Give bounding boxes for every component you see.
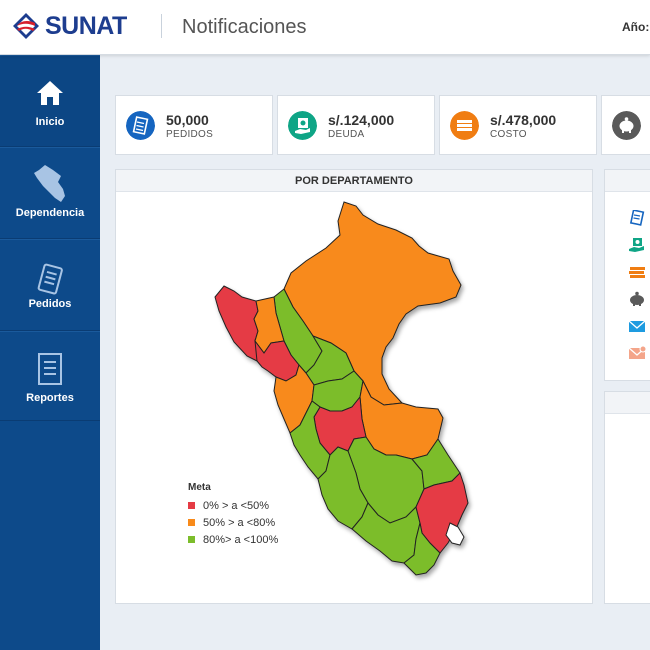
- piggy-bank-icon: [612, 111, 641, 140]
- legend-swatch: [188, 502, 195, 509]
- money-stack-icon: [450, 111, 479, 140]
- sidebar: Inicio Dependencia Pedidos Reportes: [0, 55, 100, 650]
- legend-label: 80%> a <100%: [203, 533, 279, 546]
- legend-label: 50% > a <80%: [203, 516, 276, 529]
- panel-header: [605, 392, 650, 414]
- stat-value: s/.124,000: [328, 112, 395, 128]
- document-list-icon: [126, 111, 155, 140]
- legend-title: Meta: [188, 482, 211, 493]
- secondary-panel: [604, 391, 650, 604]
- home-icon: [37, 81, 63, 105]
- sidebar-item-label: Dependencia: [15, 207, 85, 219]
- stat-label: PEDIDOS: [166, 129, 214, 140]
- legend-item: 80%> a <100%: [188, 531, 278, 548]
- map-panel: POR DEPARTAMENTO Meta 0% > a <50% 50% > …: [115, 169, 593, 604]
- sunat-logo-icon: [13, 13, 39, 39]
- stat-label: DEUDA: [328, 129, 365, 140]
- stat-card-costo[interactable]: s/.478,000 COSTO: [439, 95, 597, 155]
- document-list-icon: [629, 210, 645, 226]
- legend-label: 0% > a <50%: [203, 499, 270, 512]
- year-label: Año:: [622, 20, 650, 34]
- panel-header: [605, 170, 650, 192]
- page-title: Notificaciones: [182, 16, 307, 38]
- top-header: SUNAT Notificaciones Año:: [0, 0, 650, 55]
- stat-value: 50,000: [166, 112, 209, 128]
- envelope-icon: [628, 320, 646, 332]
- sidebar-item-inicio[interactable]: Inicio: [0, 55, 100, 147]
- sunat-logo[interactable]: SUNAT: [11, 10, 127, 42]
- legend-item: 50% > a <80%: [188, 514, 278, 531]
- money-hand-icon: [288, 111, 317, 140]
- envelope-alert-icon: [628, 345, 646, 359]
- money-hand-icon: [629, 238, 644, 252]
- peru-map-icon: [34, 165, 65, 202]
- header-divider: [161, 14, 162, 38]
- money-stack-icon: [629, 267, 645, 278]
- document-icon: [37, 263, 63, 295]
- map-legend: Meta 0% > a <50% 50% > a <80% 80%> a <10…: [188, 482, 278, 548]
- stat-card-deuda[interactable]: s/.124,000 DEUDA: [277, 95, 435, 155]
- legend-swatch: [188, 519, 195, 526]
- stat-card-ahorro[interactable]: [601, 95, 650, 155]
- sidebar-item-pedidos[interactable]: Pedidos: [0, 239, 100, 331]
- piggy-bank-icon: [630, 291, 644, 306]
- main-content: 50,000 PEDIDOS s/.124,000 DEUDA s/.478,0…: [100, 55, 650, 650]
- report-icon: [38, 353, 62, 385]
- stat-value: s/.478,000: [490, 112, 557, 128]
- legend-swatch: [188, 536, 195, 543]
- summary-panel: [604, 169, 650, 381]
- sidebar-item-label: Inicio: [35, 116, 65, 128]
- panel-title: POR DEPARTAMENTO: [116, 170, 592, 192]
- sidebar-item-reportes[interactable]: Reportes: [0, 331, 100, 421]
- legend-item: 0% > a <50%: [188, 497, 278, 514]
- sidebar-item-label: Reportes: [26, 392, 74, 404]
- sidebar-item-dependencia[interactable]: Dependencia: [0, 147, 100, 239]
- stat-label: COSTO: [490, 129, 527, 140]
- sidebar-item-label: Pedidos: [28, 298, 72, 310]
- stat-card-pedidos[interactable]: 50,000 PEDIDOS: [115, 95, 273, 155]
- brand-name: SUNAT: [45, 11, 127, 40]
